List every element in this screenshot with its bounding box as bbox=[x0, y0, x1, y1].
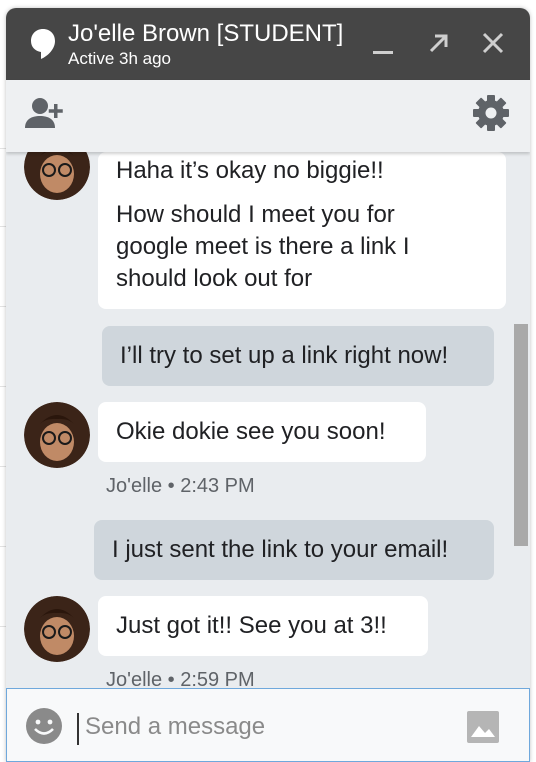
contact-status: Active 3h ago bbox=[68, 49, 172, 68]
message-composer bbox=[6, 688, 530, 762]
text-caret bbox=[77, 713, 79, 745]
message-text: Just got it!! See you at 3!! bbox=[116, 612, 387, 639]
gear-icon[interactable] bbox=[472, 94, 510, 137]
message-text: google meet is there a link I bbox=[116, 233, 410, 260]
hangouts-bubble-icon bbox=[30, 28, 56, 65]
add-person-icon[interactable] bbox=[24, 96, 66, 135]
message-text: Haha it’s okay no biggie!! bbox=[116, 157, 384, 184]
contact-name: Jo'elle Brown [STUDENT] bbox=[68, 20, 344, 47]
avatar bbox=[24, 152, 90, 200]
close-icon[interactable] bbox=[478, 28, 508, 58]
chat-toolbar bbox=[6, 80, 530, 152]
message-meta: Jo'elle • 2:43 PM bbox=[106, 475, 255, 497]
minimize-icon[interactable] bbox=[368, 28, 398, 58]
chat-titlebar[interactable]: Jo'elle Brown [STUDENT] Active 3h ago bbox=[6, 8, 530, 80]
message-meta: Jo'elle • 2:59 PM bbox=[106, 669, 255, 688]
emoji-icon[interactable] bbox=[25, 707, 63, 750]
message-list[interactable]: Haha it’s okay no biggie!! How should I … bbox=[6, 152, 530, 688]
message-text: How should I meet you for bbox=[116, 201, 395, 228]
avatar bbox=[24, 596, 90, 662]
avatar bbox=[24, 402, 90, 468]
chat-window: Jo'elle Brown [STUDENT] Active 3h ago Ha… bbox=[6, 8, 530, 762]
popout-icon[interactable] bbox=[424, 28, 454, 58]
image-icon[interactable] bbox=[467, 711, 499, 748]
message-text: I just sent the link to your email! bbox=[112, 536, 449, 563]
message-text: Okie dokie see you soon! bbox=[116, 418, 386, 445]
message-text: should look out for bbox=[116, 265, 313, 292]
message-text: I’ll try to set up a link right now! bbox=[120, 342, 449, 369]
message-input[interactable] bbox=[85, 707, 445, 747]
scrollbar-thumb[interactable] bbox=[514, 324, 528, 546]
